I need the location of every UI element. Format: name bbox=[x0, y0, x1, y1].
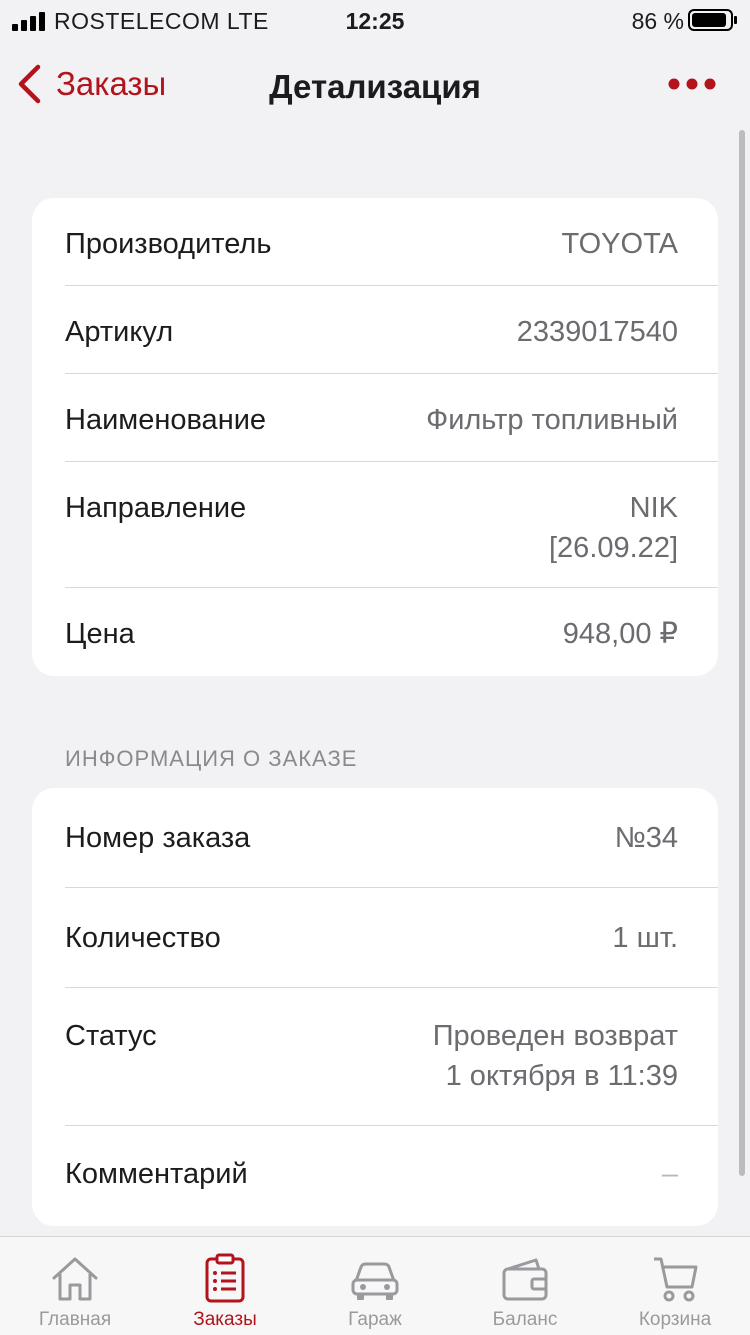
tab-orders[interactable]: Заказы bbox=[150, 1237, 300, 1335]
wallet-icon bbox=[502, 1258, 548, 1301]
tab-cart[interactable]: Корзина bbox=[600, 1237, 750, 1335]
cart-icon bbox=[654, 1257, 698, 1302]
page-title: Детализация bbox=[269, 68, 481, 105]
detail-label: Направление bbox=[65, 492, 247, 524]
tab-label: Главная bbox=[38, 1309, 112, 1330]
detail-label: Производитель bbox=[65, 228, 272, 260]
order-label: Комментарий bbox=[65, 1158, 248, 1190]
order-row-quantity: Количество 1 шт. bbox=[32, 888, 718, 988]
scrollbar[interactable] bbox=[739, 130, 745, 1176]
tab-balance[interactable]: Баланс bbox=[450, 1237, 600, 1335]
order-row-number: Номер заказа №34 bbox=[32, 788, 718, 888]
detail-label: Артикул bbox=[65, 316, 174, 348]
detail-value: 2339017540 bbox=[516, 316, 678, 348]
tab-home[interactable]: Главная bbox=[0, 1237, 150, 1335]
battery-icon bbox=[688, 9, 737, 31]
order-info-card: Номер заказа №34 Количество 1 шт. Статус… bbox=[32, 788, 718, 1226]
tab-label: Гараж bbox=[348, 1309, 402, 1330]
order-label: Номер заказа bbox=[65, 822, 251, 854]
tab-label: Заказы bbox=[193, 1309, 257, 1330]
battery-percent: 86 % bbox=[631, 8, 684, 34]
more-dots-icon[interactable] bbox=[668, 72, 716, 96]
order-label: Количество bbox=[65, 922, 221, 954]
order-value: 1 шт. bbox=[612, 922, 678, 954]
order-value: №34 bbox=[614, 822, 678, 854]
status-bar: ROSTELECOM LTE 12:25 86 % bbox=[0, 0, 750, 44]
order-value: Проведен возврат 1 октября в 11:39 bbox=[432, 1020, 678, 1092]
tab-label: Баланс bbox=[492, 1309, 558, 1330]
tab-label: Корзина bbox=[638, 1309, 712, 1330]
order-row-status: Статус Проведен возврат 1 октября в 11:3… bbox=[32, 988, 718, 1126]
detail-value: Фильтр топливный bbox=[426, 404, 678, 436]
order-row-comment: Комментарий – bbox=[32, 1126, 718, 1226]
detail-label: Цена bbox=[65, 618, 135, 650]
order-label: Статус bbox=[65, 1020, 157, 1052]
navigation-bar: Заказы Детализация bbox=[0, 44, 750, 128]
detail-row-article: Артикул 2339017540 bbox=[32, 286, 718, 374]
detail-value: 948,00 ₽ bbox=[562, 618, 678, 650]
detail-row-direction: Направление NIK [26.09.22] bbox=[32, 462, 718, 588]
detail-value: NIK [26.09.22] bbox=[549, 492, 678, 564]
home-icon bbox=[52, 1257, 98, 1301]
detail-row-name: Наименование Фильтр топливный bbox=[32, 374, 718, 462]
detail-label: Наименование bbox=[65, 404, 267, 436]
tab-garage[interactable]: Гараж bbox=[300, 1237, 450, 1335]
section-header-order-info: ИНФОРМАЦИЯ О ЗАКАЗЕ bbox=[65, 746, 358, 771]
orders-icon bbox=[205, 1253, 245, 1303]
order-value: – bbox=[661, 1158, 678, 1190]
car-icon bbox=[351, 1262, 399, 1300]
detail-row-price: Цена 948,00 ₽ bbox=[32, 588, 718, 676]
detail-value: TOYOTA bbox=[561, 228, 678, 260]
tab-bar: Главная Заказы Гараж Баланс Корзина bbox=[0, 1236, 750, 1335]
detail-row-manufacturer: Производитель TOYOTA bbox=[32, 198, 718, 286]
product-details-card: Производитель TOYOTA Артикул 2339017540 … bbox=[32, 198, 718, 676]
